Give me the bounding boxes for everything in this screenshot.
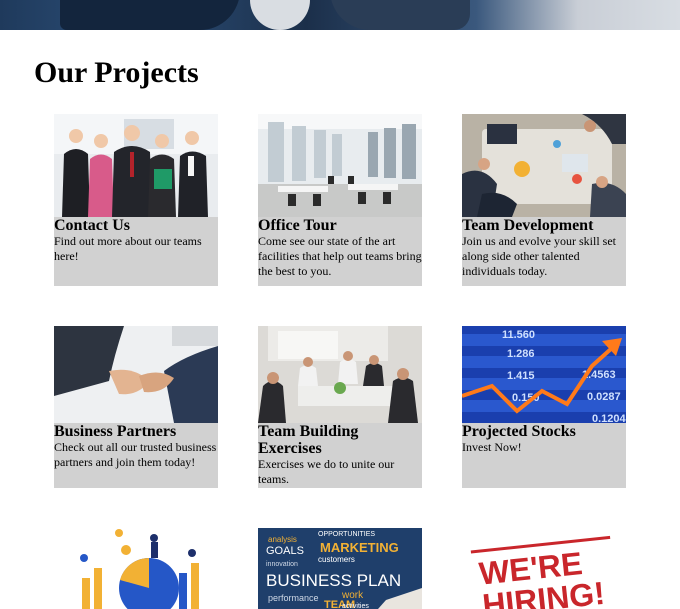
office-interior-photo (258, 114, 422, 217)
hero-banner-image (0, 0, 680, 30)
project-card-description: Join us and evolve your skill set along … (462, 234, 616, 278)
svg-text:customers: customers (318, 555, 355, 564)
svg-text:1.286: 1.286 (507, 348, 535, 360)
svg-text:0.0287: 0.0287 (587, 391, 621, 403)
svg-text:OPPORTUNITIES: OPPORTUNITIES (318, 531, 375, 538)
project-card-title[interactable]: Office Tour (258, 217, 422, 234)
stock-board-photo: 11.5601.2861.4150.150 1.45630.02870.1204 (462, 326, 626, 423)
project-card-title[interactable]: Contact Us (54, 217, 218, 234)
project-card-description: Exercises we do to unite our teams. (258, 457, 395, 486)
svg-text:GOALS: GOALS (266, 545, 304, 557)
svg-text:11.560: 11.560 (502, 329, 535, 341)
project-card-description: Check out all our trusted business partn… (54, 440, 217, 469)
project-card-projected-stocks[interactable]: 11.560 1.286 1.415 0.150 1.4563 0.0287 0.1204… (462, 326, 626, 488)
svg-text:innovation: innovation (266, 561, 298, 568)
project-card-title[interactable]: Team Building Exercises (258, 423, 422, 457)
project-card-contact-us[interactable]: Contact Us Find out more about our teams… (54, 114, 218, 286)
project-card-team-building-exercises[interactable]: Team Building Exercises Exercises we do … (258, 326, 422, 488)
svg-text:0.1204: 0.1204 (592, 413, 626, 423)
svg-text:performance: performance (268, 593, 319, 603)
svg-text:1.415: 1.415 (507, 370, 535, 382)
hiring-stamp-image[interactable]: WE'RE HIRING! (462, 528, 626, 609)
svg-text:activities: activities (342, 603, 369, 609)
project-card-title[interactable]: Business Partners (54, 423, 218, 440)
analytics-illustration[interactable] (54, 528, 218, 609)
handshake-photo (54, 326, 218, 423)
team-group-photo (54, 114, 218, 217)
project-card-team-development[interactable]: Team Development Join us and evolve your… (462, 114, 626, 286)
project-card-description: Invest Now! (462, 440, 522, 454)
project-card-title[interactable]: Projected Stocks (462, 423, 626, 440)
project-card-description: Come see our state of the art facilities… (258, 234, 422, 278)
team-meeting-photo (462, 114, 626, 217)
svg-text:MARKETING: MARKETING (320, 540, 399, 555)
project-card-description: Find out more about our teams here! (54, 234, 202, 263)
project-card-business-partners[interactable]: Business Partners Check out all our trus… (54, 326, 218, 488)
business-plan-words[interactable]: analysis GOALS OPPORTUNITIES MARKETING c… (258, 528, 422, 609)
conference-room-photo (258, 326, 422, 423)
svg-text:BUSINESS PLAN: BUSINESS PLAN (266, 571, 401, 590)
svg-text:analysis: analysis (268, 535, 297, 544)
page-title: Our Projects (34, 56, 199, 89)
svg-text:work: work (341, 590, 364, 601)
project-card-office-tour[interactable]: Office Tour Come see our state of the ar… (258, 114, 422, 286)
project-card-title[interactable]: Team Development (462, 217, 626, 234)
